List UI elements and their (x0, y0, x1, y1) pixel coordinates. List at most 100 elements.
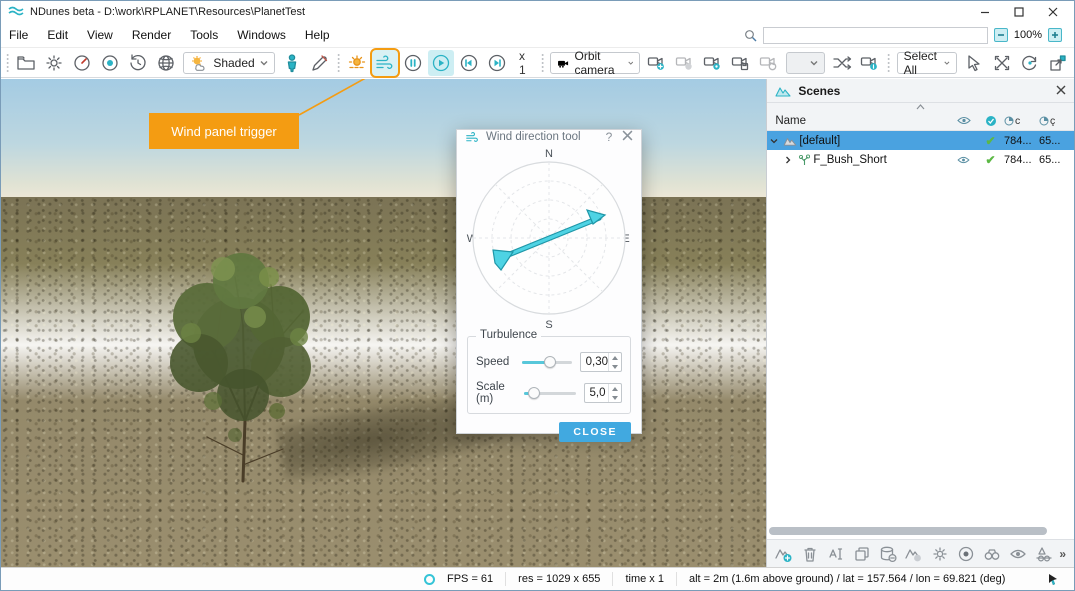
speed-spinbox[interactable]: 0,30 (580, 352, 622, 372)
expander-expand[interactable] (781, 156, 795, 164)
minimize-button[interactable] (968, 2, 1002, 22)
selection-mode-dropdown[interactable]: Select All (897, 52, 957, 74)
instances-button[interactable] (1033, 543, 1055, 565)
scenes-list: [default] ✔ 784... 65... (767, 131, 1074, 539)
open-project-button[interactable] (13, 50, 39, 76)
speed-value[interactable]: 0,30 (581, 353, 608, 371)
scale-value[interactable]: 5,0 (585, 384, 608, 402)
camera-reset-icon (759, 53, 779, 73)
turbulence-group: Turbulence Speed 0,30 (467, 336, 631, 414)
step-back-button[interactable] (456, 50, 482, 76)
camera-goto-button[interactable] (700, 50, 726, 76)
menu-tools[interactable]: Tools (190, 28, 218, 42)
status-bar: FPS = 61 res = 1029 x 655 time x 1 alt =… (1, 567, 1074, 590)
speed-up-button[interactable] (609, 353, 621, 362)
world-button[interactable] (153, 50, 179, 76)
scene-row-default[interactable]: [default] ✔ 784... 65... (767, 131, 1074, 150)
camera-save-button[interactable] (728, 50, 754, 76)
remove-database-button[interactable] (877, 543, 899, 565)
camera-preset-dropdown[interactable] (786, 52, 825, 74)
camera-icon (557, 56, 569, 70)
camera-add-button[interactable] (644, 50, 670, 76)
performance-button[interactable] (69, 50, 95, 76)
folder-icon (16, 53, 36, 73)
sort-indicator[interactable] (767, 103, 1074, 111)
rotate-tool-button[interactable] (1017, 50, 1043, 76)
zoom-out-button[interactable] (994, 28, 1008, 42)
close-dialog-button[interactable]: CLOSE (559, 422, 631, 442)
record-view-button[interactable] (97, 50, 123, 76)
speed-slider-knob[interactable] (544, 356, 556, 368)
camera-mode-dropdown[interactable]: Orbit camera (550, 52, 640, 74)
zoom-in-button[interactable] (1048, 28, 1062, 42)
shuffle-cameras-button[interactable] (829, 50, 855, 76)
check-circle-icon (985, 115, 997, 127)
scene-settings-button[interactable] (929, 543, 951, 565)
move-tool-button[interactable] (989, 50, 1015, 76)
speed-slider[interactable] (522, 356, 571, 368)
maximize-button[interactable] (1002, 2, 1036, 22)
avatar-mode-button[interactable] (279, 50, 305, 76)
sun-position-button[interactable] (344, 50, 370, 76)
dialog-close-button[interactable] (622, 130, 633, 144)
scale-slider[interactable] (524, 387, 575, 399)
camera-reset-button[interactable] (756, 50, 782, 76)
render-mode-dropdown[interactable]: Shaded (183, 52, 274, 74)
eye-icon[interactable] (957, 156, 970, 164)
menu-help[interactable]: Help (305, 28, 330, 42)
turbulence-label: Turbulence (476, 329, 541, 341)
enabled-check[interactable]: ✔ (985, 134, 995, 148)
camera-info-button[interactable] (857, 50, 883, 76)
settings-button[interactable] (41, 50, 67, 76)
duplicate-button[interactable] (851, 543, 873, 565)
column-count-2: ç (1039, 115, 1074, 127)
scene-state-button[interactable] (903, 543, 925, 565)
scenes-close-button[interactable] (1056, 84, 1066, 98)
picker-button[interactable] (307, 50, 333, 76)
speed-down-button[interactable] (609, 362, 621, 371)
search-input[interactable] (763, 27, 988, 44)
wind-dialog-titlebar[interactable]: Wind direction tool ? (457, 130, 641, 144)
step-forward-button[interactable] (484, 50, 510, 76)
scale-up-button[interactable] (609, 384, 621, 393)
scale-slider-knob[interactable] (528, 387, 540, 399)
viewport-3d[interactable]: Wind panel trigger (1, 79, 766, 567)
help-button[interactable]: ? (602, 130, 616, 144)
select-tool-button[interactable] (961, 50, 987, 76)
close-button[interactable] (1036, 2, 1070, 22)
menu-render[interactable]: Render (132, 28, 171, 42)
scene-row-bush[interactable]: F_Bush_Short ✔ 784... 65... (767, 150, 1074, 169)
find-button[interactable] (981, 543, 1003, 565)
play-button[interactable] (428, 50, 454, 76)
camera-disabled-button[interactable] (672, 50, 698, 76)
expander-collapse[interactable] (767, 137, 781, 145)
wind-compass[interactable]: N E S W (465, 146, 633, 330)
speed-label: Speed (476, 356, 522, 368)
horizontal-scrollbar[interactable] (769, 527, 1047, 535)
wind-panel-button[interactable] (372, 50, 398, 76)
scale-down-button[interactable] (609, 393, 621, 402)
rename-button[interactable] (825, 543, 847, 565)
history-button[interactable] (125, 50, 151, 76)
scene-record-button[interactable] (955, 543, 977, 565)
add-scene-button[interactable] (773, 543, 795, 565)
column-name[interactable]: Name (775, 115, 950, 127)
menu-view[interactable]: View (87, 28, 113, 42)
visibility-button[interactable] (1007, 543, 1029, 565)
scenes-column-header: Name (767, 111, 1074, 131)
toolbar-overflow-button[interactable]: » (1059, 547, 1068, 561)
menu-file[interactable]: File (9, 28, 28, 42)
delete-button[interactable] (799, 543, 821, 565)
scale-tool-button[interactable] (1045, 50, 1071, 76)
binoculars-icon (983, 545, 1001, 563)
gear-icon (44, 53, 64, 73)
scene-name[interactable]: [default] (799, 135, 950, 147)
menu-windows[interactable]: Windows (237, 28, 286, 42)
annotation-callout: Wind panel trigger (149, 113, 299, 149)
pause-button[interactable] (400, 50, 426, 76)
viewport-sky (1, 79, 766, 197)
enabled-check[interactable]: ✔ (985, 153, 995, 167)
scale-spinbox[interactable]: 5,0 (584, 383, 622, 403)
menu-edit[interactable]: Edit (47, 28, 68, 42)
scene-object-name[interactable]: F_Bush_Short (813, 154, 950, 166)
